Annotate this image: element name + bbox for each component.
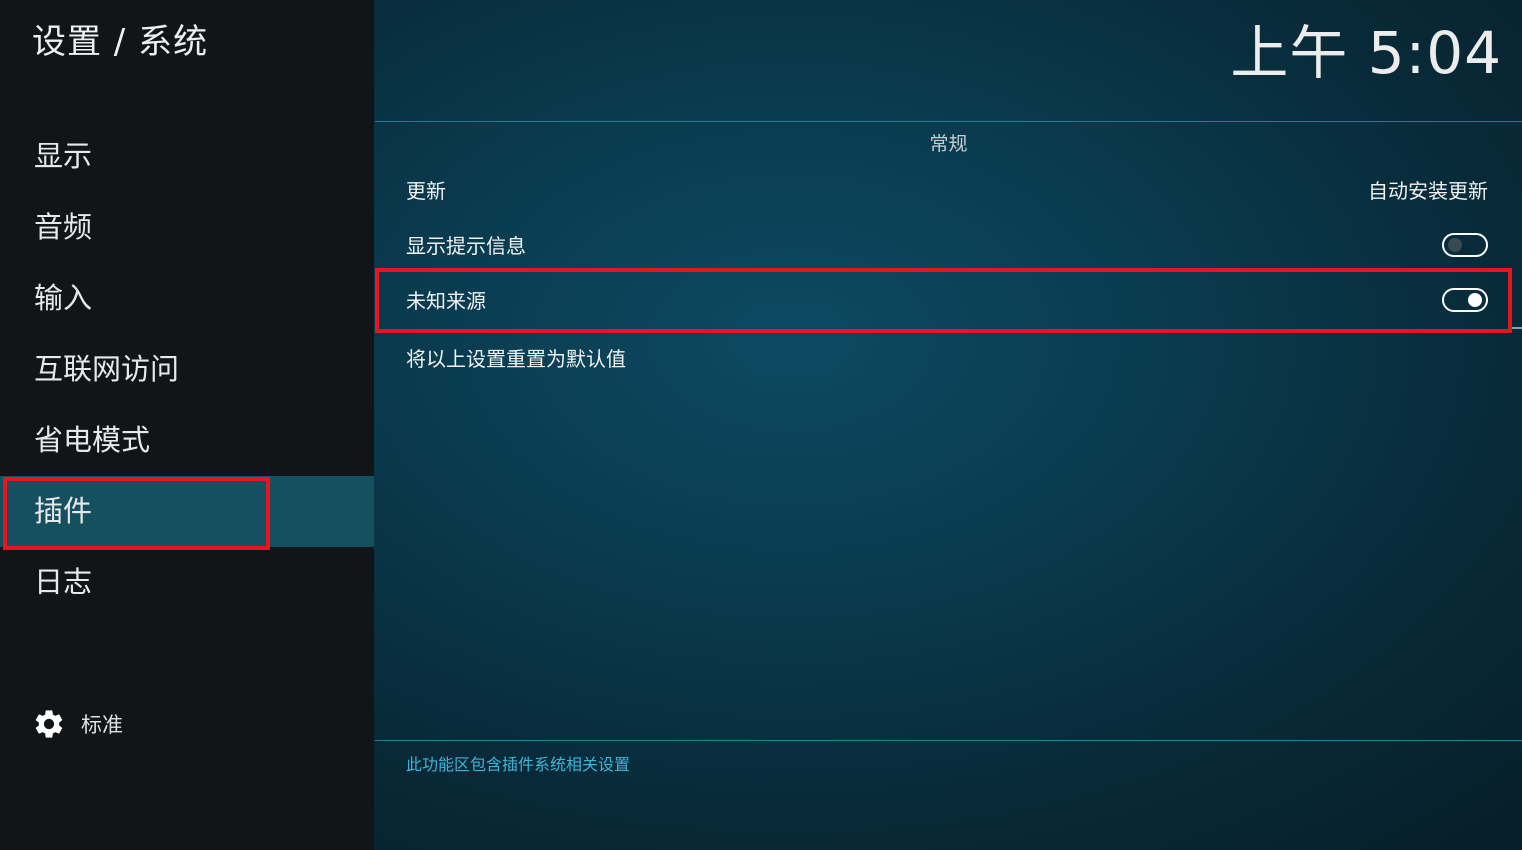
- sidebar-item-input[interactable]: 输入: [0, 263, 374, 334]
- sidebar-item-label: 省电模式: [34, 423, 151, 457]
- sidebar-item-label: 互联网访问: [34, 352, 180, 386]
- sidebar-item-label: 输入: [34, 281, 93, 315]
- sidebar-item-label: 音频: [34, 210, 93, 244]
- toggle-knob: [1468, 293, 1482, 307]
- content-bottom-divider: [375, 740, 1522, 741]
- sidebar-item-audio[interactable]: 音频: [0, 192, 374, 263]
- setting-label: 将以上设置重置为默认值: [406, 347, 626, 371]
- sidebar-item-power-saving[interactable]: 省电模式: [0, 405, 374, 476]
- settings-screen: 设置 / 系统 显示 音频 输入 互联网访问 省电模式 插件 日志 标准 上午 …: [0, 0, 1522, 850]
- setting-row-updates[interactable]: 更新 自动安装更新: [375, 163, 1522, 219]
- setting-row-unknown-sources[interactable]: 未知来源: [375, 268, 1522, 333]
- settings-level-label: 标准: [81, 713, 123, 737]
- toggle-switch-off[interactable]: [1442, 233, 1488, 257]
- setting-value: 自动安装更新: [1368, 179, 1488, 203]
- setting-label: 未知来源: [406, 289, 486, 313]
- breadcrumb: 设置 / 系统: [32, 22, 209, 62]
- sidebar-item-label: 日志: [34, 565, 93, 599]
- section-title: 常规: [929, 133, 968, 155]
- settings-panel: 常规 更新 自动安装更新 显示提示信息 未知来源 将以上设置重置为默认值: [375, 121, 1522, 741]
- sidebar: 设置 / 系统 显示 音频 输入 互联网访问 省电模式 插件 日志 标准: [0, 0, 374, 850]
- setting-row-show-notifications[interactable]: 显示提示信息: [375, 218, 1522, 274]
- category-menu: 显示 音频 输入 互联网访问 省电模式 插件 日志: [0, 121, 374, 618]
- sidebar-item-logging[interactable]: 日志: [0, 547, 374, 618]
- sidebar-item-addons[interactable]: 插件: [0, 476, 374, 550]
- scrollbar-indicator: [1512, 327, 1522, 329]
- sidebar-item-display[interactable]: 显示: [0, 121, 374, 192]
- section-description: 此功能区包含插件系统相关设置: [406, 755, 631, 774]
- toggle-switch-on[interactable]: [1442, 288, 1488, 312]
- setting-label: 显示提示信息: [406, 234, 526, 258]
- settings-level-button[interactable]: 标准: [32, 707, 123, 741]
- gear-icon: [35, 710, 63, 738]
- setting-label: 更新: [406, 179, 446, 203]
- sidebar-item-label: 插件: [34, 494, 93, 528]
- focus-highlight: [375, 268, 1512, 333]
- sidebar-item-label: 显示: [34, 139, 93, 173]
- setting-row-reset-defaults[interactable]: 将以上设置重置为默认值: [375, 331, 1522, 387]
- sidebar-item-internet-access[interactable]: 互联网访问: [0, 334, 374, 405]
- toggle-knob: [1448, 238, 1462, 252]
- clock: 上午 5:04: [1230, 19, 1502, 87]
